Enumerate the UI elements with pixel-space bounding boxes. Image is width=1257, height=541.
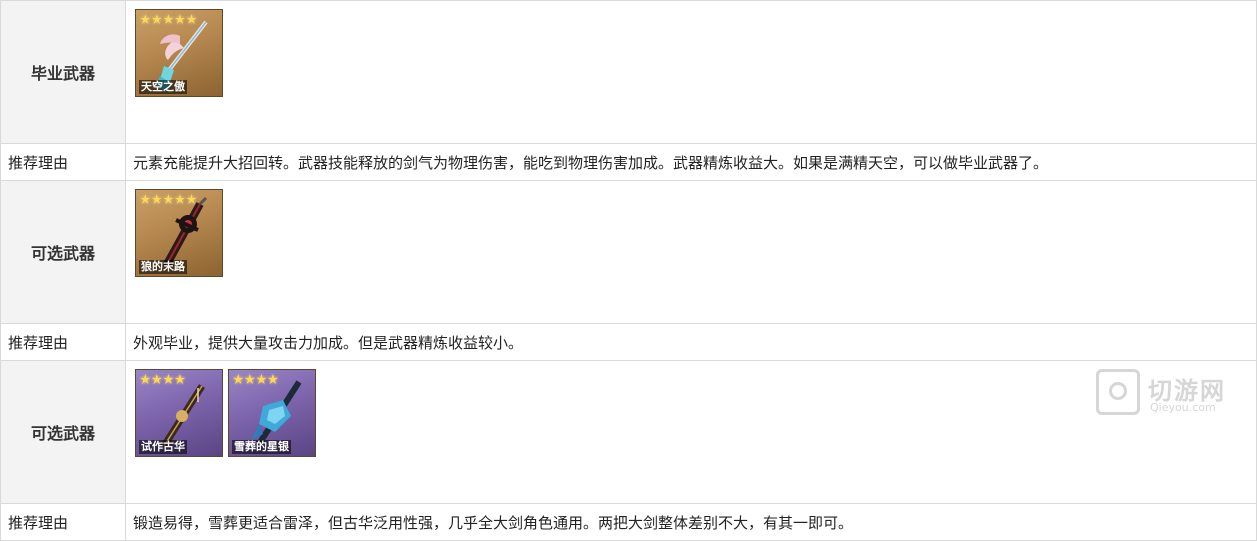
row-label: 推荐理由 [1,504,126,540]
weapon-name: 试作古华 [139,440,187,454]
weapon-card[interactable]: ★★★★★ 狼的末路 [135,189,223,277]
weapon-cell: ★★★★★ 天空之傲 [126,1,1257,143]
weapon-card[interactable]: ★★★★ 雪葬的星银 [228,369,316,457]
weapon-cell: ★★★★ 试作古华 ★★★★ 雪葬的星银 [126,361,1257,503]
weapon-recommendation-table: 毕业武器 ★★★★★ 天空之傲 推荐理由 元素充能提升大招回转。武器技能释放的剑… [0,0,1257,541]
table-row-reason: 推荐理由 元素充能提升大招回转。武器技能释放的剑气为物理伤害，能吃到物理伤害加成… [1,144,1257,181]
table-row-reason: 推荐理由 锻造易得，雪葬更适合雷泽，但古华泛用性强，几乎全大剑角色通用。两把大剑… [1,504,1257,541]
rarity-stars: ★★★★ [139,372,186,388]
table-row-optional-weapon: 可选武器 ★★★★★ 狼的末路 [1,181,1257,324]
row-label: 毕业武器 [1,1,126,143]
table-row-reason: 推荐理由 外观毕业，提供大量攻击力加成。但是武器精炼收益较小。 [1,324,1257,361]
table-row-final-weapon: 毕业武器 ★★★★★ 天空之傲 [1,1,1257,144]
rarity-stars: ★★★★ [232,372,279,388]
table-row-optional-weapon: 可选武器 ★★★★ 试作古华 ★★★★ 雪葬的星银 [1,361,1257,504]
weapon-name: 雪葬的星银 [232,440,291,454]
weapon-name: 天空之傲 [139,80,187,94]
row-label: 可选武器 [1,181,126,323]
weapon-cell: ★★★★★ 狼的末路 [126,181,1257,323]
row-label: 推荐理由 [1,144,126,180]
row-label: 推荐理由 [1,324,126,360]
reason-text: 外观毕业，提供大量攻击力加成。但是武器精炼收益较小。 [126,324,1257,360]
rarity-stars: ★★★★★ [139,12,198,28]
rarity-stars: ★★★★★ [139,192,198,208]
weapon-card[interactable]: ★★★★★ 天空之傲 [135,9,223,97]
row-label: 可选武器 [1,361,126,503]
weapon-name: 狼的末路 [139,260,187,274]
reason-text: 元素充能提升大招回转。武器技能释放的剑气为物理伤害，能吃到物理伤害加成。武器精炼… [126,144,1257,180]
reason-text: 锻造易得，雪葬更适合雷泽，但古华泛用性强，几乎全大剑角色通用。两把大剑整体差别不… [126,504,1257,540]
weapon-card[interactable]: ★★★★ 试作古华 [135,369,223,457]
